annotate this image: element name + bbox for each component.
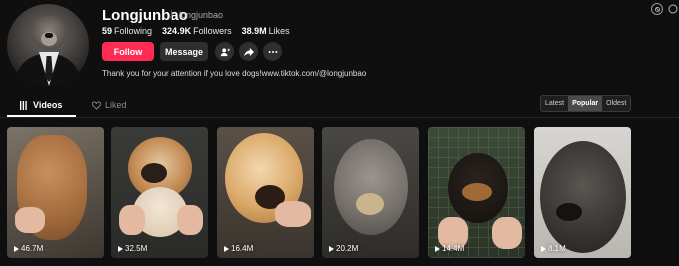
video-views: 46.7M bbox=[13, 244, 43, 253]
profile-stats: 59 Following 324.9K Followers 38.9M Likes bbox=[102, 26, 290, 36]
video-views: 32.5M bbox=[117, 244, 147, 253]
video-card[interactable]: 20.2M bbox=[322, 127, 419, 258]
video-views: 16.4M bbox=[223, 244, 253, 253]
follow-button[interactable]: Follow bbox=[102, 42, 154, 61]
heart-icon bbox=[92, 100, 101, 110]
name-separator bbox=[171, 10, 172, 20]
play-icon bbox=[14, 245, 19, 252]
video-views: 20.2M bbox=[328, 244, 358, 253]
add-friend-icon bbox=[220, 47, 230, 56]
inbox-icon[interactable] bbox=[651, 3, 663, 15]
tabs-divider bbox=[0, 117, 679, 118]
more-button[interactable] bbox=[263, 42, 282, 61]
play-icon bbox=[329, 245, 334, 252]
play-icon bbox=[541, 245, 546, 252]
sort-popular[interactable]: Popular bbox=[568, 96, 603, 111]
profile-bio: Thank you for your attention if you love… bbox=[102, 69, 367, 78]
stat-following[interactable]: 59 Following bbox=[102, 26, 152, 36]
more-icon bbox=[268, 50, 277, 53]
grid-icon bbox=[20, 100, 27, 110]
share-icon bbox=[243, 47, 254, 56]
avatar[interactable] bbox=[7, 4, 89, 86]
add-friend-button[interactable] bbox=[215, 42, 234, 61]
profile-handle: longjunbao bbox=[179, 10, 224, 20]
video-card[interactable]: 46.7M bbox=[7, 127, 104, 258]
video-card[interactable]: 32.5M bbox=[111, 127, 208, 258]
tab-liked-label: Liked bbox=[105, 100, 127, 110]
tab-videos[interactable]: Videos bbox=[20, 100, 62, 110]
sort-oldest[interactable]: Oldest bbox=[602, 96, 630, 111]
video-views: 8.1M bbox=[540, 244, 566, 253]
sort-latest[interactable]: Latest bbox=[541, 96, 568, 111]
video-card[interactable]: 16.4M bbox=[217, 127, 314, 258]
sort-toggle: Latest Popular Oldest bbox=[540, 95, 632, 112]
video-card[interactable]: 8.1M bbox=[534, 127, 631, 258]
play-icon bbox=[118, 245, 123, 252]
stat-followers[interactable]: 324.9K Followers bbox=[162, 26, 232, 36]
profile-menu-icon[interactable] bbox=[667, 3, 679, 15]
profile-name: Longjunbao bbox=[102, 7, 188, 24]
video-views: 14.4M bbox=[434, 244, 464, 253]
message-button[interactable]: Message bbox=[160, 42, 208, 61]
tab-liked[interactable]: Liked bbox=[92, 100, 127, 110]
play-icon bbox=[224, 245, 229, 252]
video-card[interactable]: 14.4M bbox=[428, 127, 525, 258]
play-icon bbox=[435, 245, 440, 252]
tab-videos-label: Videos bbox=[33, 100, 63, 110]
stat-likes: 38.9M Likes bbox=[241, 26, 290, 36]
share-button[interactable] bbox=[239, 42, 258, 61]
